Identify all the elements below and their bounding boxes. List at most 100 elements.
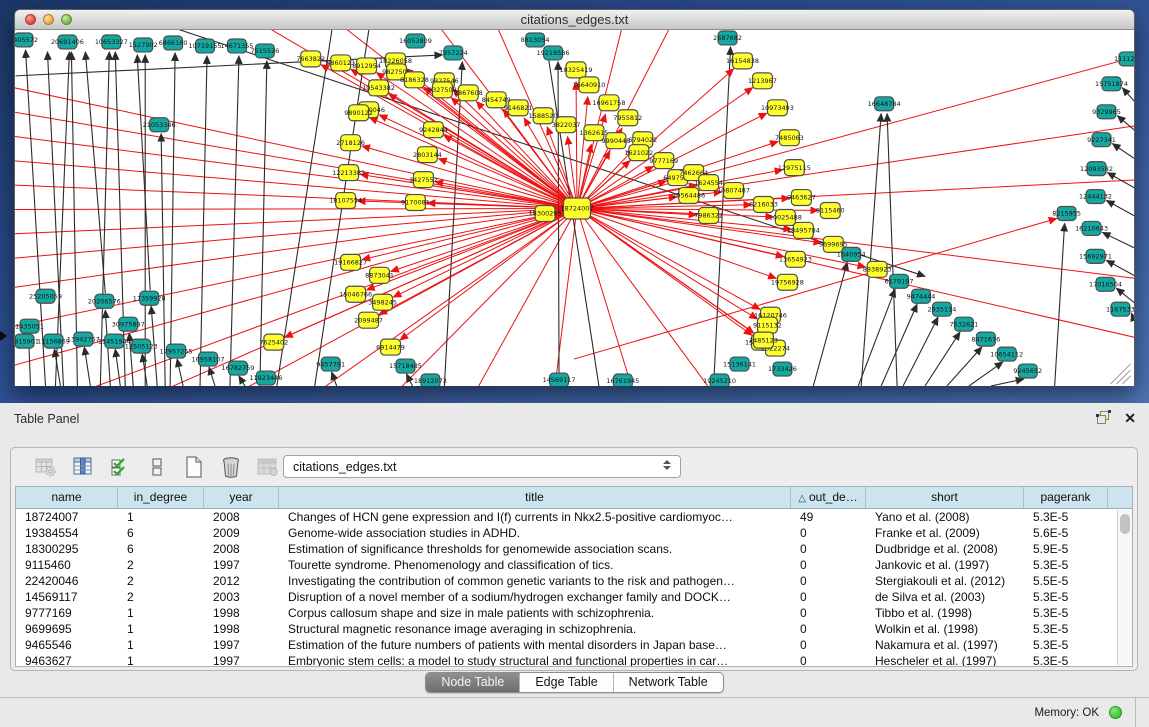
graph-node[interactable] <box>599 95 619 111</box>
table-row[interactable]: 2242004622012Investigating the contribut… <box>16 573 1132 589</box>
column-header-title[interactable]: title <box>279 487 791 508</box>
graph-node[interactable] <box>413 172 433 188</box>
cell-name[interactable]: 9463627 <box>16 653 118 667</box>
cell-year[interactable]: 1997 <box>204 637 279 653</box>
cell-year[interactable]: 1998 <box>204 621 279 637</box>
graph-node[interactable] <box>1018 364 1037 378</box>
graph-node[interactable] <box>74 332 93 346</box>
graph-node[interactable] <box>753 332 773 348</box>
table-row[interactable]: 1938455462009Genome-wide association stu… <box>16 525 1132 541</box>
graph-node[interactable] <box>20 319 39 333</box>
network-graph[interactable]: 1872400718300295766382288601238912954182… <box>15 30 1134 386</box>
graph-node[interactable] <box>1097 105 1116 119</box>
graph-node[interactable] <box>820 203 840 219</box>
graph-node[interactable] <box>341 135 361 151</box>
graph-node[interactable] <box>779 130 799 146</box>
graph-node[interactable] <box>757 317 777 333</box>
graph-node[interactable] <box>533 108 553 124</box>
cell-in_degree[interactable]: 2 <box>118 589 204 605</box>
cell-short[interactable]: Nakamura et al. (1997) <box>866 637 1024 653</box>
cell-short[interactable]: Franke et al. (2009) <box>866 525 1024 541</box>
graph-node[interactable] <box>867 261 887 277</box>
graph-node[interactable] <box>550 373 569 386</box>
cell-name[interactable]: 9699695 <box>16 621 118 637</box>
graph-node[interactable] <box>1111 302 1130 316</box>
cell-name[interactable]: 18300295 <box>16 541 118 557</box>
graph-node[interactable] <box>359 312 379 328</box>
graph-node[interactable] <box>791 190 811 206</box>
column-header-out_de[interactable]: △out_de… <box>791 487 866 508</box>
cell-pagerank[interactable]: 5.3E-5 <box>1024 557 1108 573</box>
cell-pagerank[interactable]: 5.3E-5 <box>1024 589 1108 605</box>
graph-node[interactable] <box>256 371 275 385</box>
graph-node[interactable] <box>140 291 159 305</box>
graph-node[interactable] <box>699 208 719 224</box>
graph-node[interactable] <box>544 46 563 60</box>
table-mode-button[interactable] <box>33 454 59 480</box>
cell-in_degree[interactable]: 1 <box>118 509 204 525</box>
graph-node[interactable] <box>777 274 797 290</box>
graph-node[interactable] <box>405 195 425 211</box>
cell-name[interactable]: 9777169 <box>16 605 118 621</box>
graph-node[interactable] <box>997 347 1016 361</box>
column-header-pagerank[interactable]: pagerank <box>1024 487 1108 508</box>
cell-name[interactable]: 19384554 <box>16 525 118 541</box>
column-header-name[interactable]: name <box>16 487 118 508</box>
graph-node[interactable] <box>331 55 351 71</box>
tab-edge-table[interactable]: Edge Table <box>519 673 612 692</box>
graph-node[interactable] <box>932 302 951 316</box>
cell-out_de[interactable]: 0 <box>791 557 866 573</box>
cell-out_de[interactable]: 0 <box>791 573 866 589</box>
graph-node[interactable] <box>357 58 377 74</box>
network-canvas[interactable]: 1872400718300295766382288601238912954182… <box>15 30 1134 386</box>
graph-node[interactable] <box>196 39 215 53</box>
scrollbar-thumb[interactable] <box>1120 514 1130 534</box>
graph-node[interactable] <box>654 153 674 169</box>
graph-node[interactable] <box>421 374 440 386</box>
graph-node[interactable] <box>321 357 340 371</box>
graph-node[interactable] <box>710 374 729 386</box>
cell-pagerank[interactable]: 5.5E-5 <box>1024 573 1108 589</box>
cell-title[interactable]: Genome-wide association studies in ADHD. <box>279 525 791 541</box>
table-row[interactable]: 946554611997Estimation of the future num… <box>16 637 1132 653</box>
cell-year[interactable]: 1997 <box>204 653 279 667</box>
graph-node[interactable] <box>167 344 186 358</box>
graph-node[interactable] <box>1087 162 1106 176</box>
graph-node[interactable] <box>44 334 63 348</box>
table-row[interactable]: 1456911722003Disruption of a novel membe… <box>16 589 1132 605</box>
graph-node[interactable] <box>346 286 366 302</box>
cell-pagerank[interactable]: 5.3E-5 <box>1024 637 1108 653</box>
graph-node[interactable] <box>58 35 77 49</box>
graph-node[interactable] <box>406 34 425 48</box>
table-row[interactable]: 946362711997Embryonic stem cells: a mode… <box>16 653 1132 667</box>
cell-pagerank[interactable]: 5.9E-5 <box>1024 541 1108 557</box>
column-header-short[interactable]: short <box>866 487 1024 508</box>
graph-node[interactable] <box>699 175 719 191</box>
select-all-button[interactable] <box>107 454 133 480</box>
cell-short[interactable]: Wolkin et al. (1998) <box>866 621 1024 637</box>
graph-node[interactable] <box>1102 77 1121 91</box>
graph-node[interactable] <box>1086 249 1105 263</box>
cell-in_degree[interactable]: 2 <box>118 557 204 573</box>
cell-name[interactable]: 9465546 <box>16 637 118 653</box>
graph-node[interactable] <box>767 100 787 116</box>
graph-node[interactable] <box>785 251 805 267</box>
graph-node[interactable] <box>875 97 894 111</box>
graph-node[interactable] <box>336 193 356 209</box>
window-close-button[interactable] <box>25 14 36 25</box>
cell-year[interactable]: 2008 <box>204 509 279 525</box>
graph-node[interactable] <box>508 100 528 116</box>
cell-short[interactable]: de Silva et al. (2003) <box>866 589 1024 605</box>
graph-node[interactable] <box>370 267 390 283</box>
graph-node[interactable] <box>579 77 599 93</box>
tab-node-table[interactable]: Node Table <box>426 673 519 692</box>
table-vertical-scrollbar[interactable] <box>1117 510 1132 665</box>
graph-node[interactable] <box>36 289 55 303</box>
table-row[interactable]: 911546021997Tourette syndrome. Phenomeno… <box>16 557 1132 573</box>
cell-pagerank[interactable]: 5.6E-5 <box>1024 525 1108 541</box>
graph-node[interactable] <box>119 317 138 331</box>
graph-node[interactable] <box>775 209 795 225</box>
graph-node[interactable] <box>387 64 407 80</box>
cell-out_de[interactable]: 0 <box>791 653 866 667</box>
graph-node[interactable] <box>526 33 545 47</box>
